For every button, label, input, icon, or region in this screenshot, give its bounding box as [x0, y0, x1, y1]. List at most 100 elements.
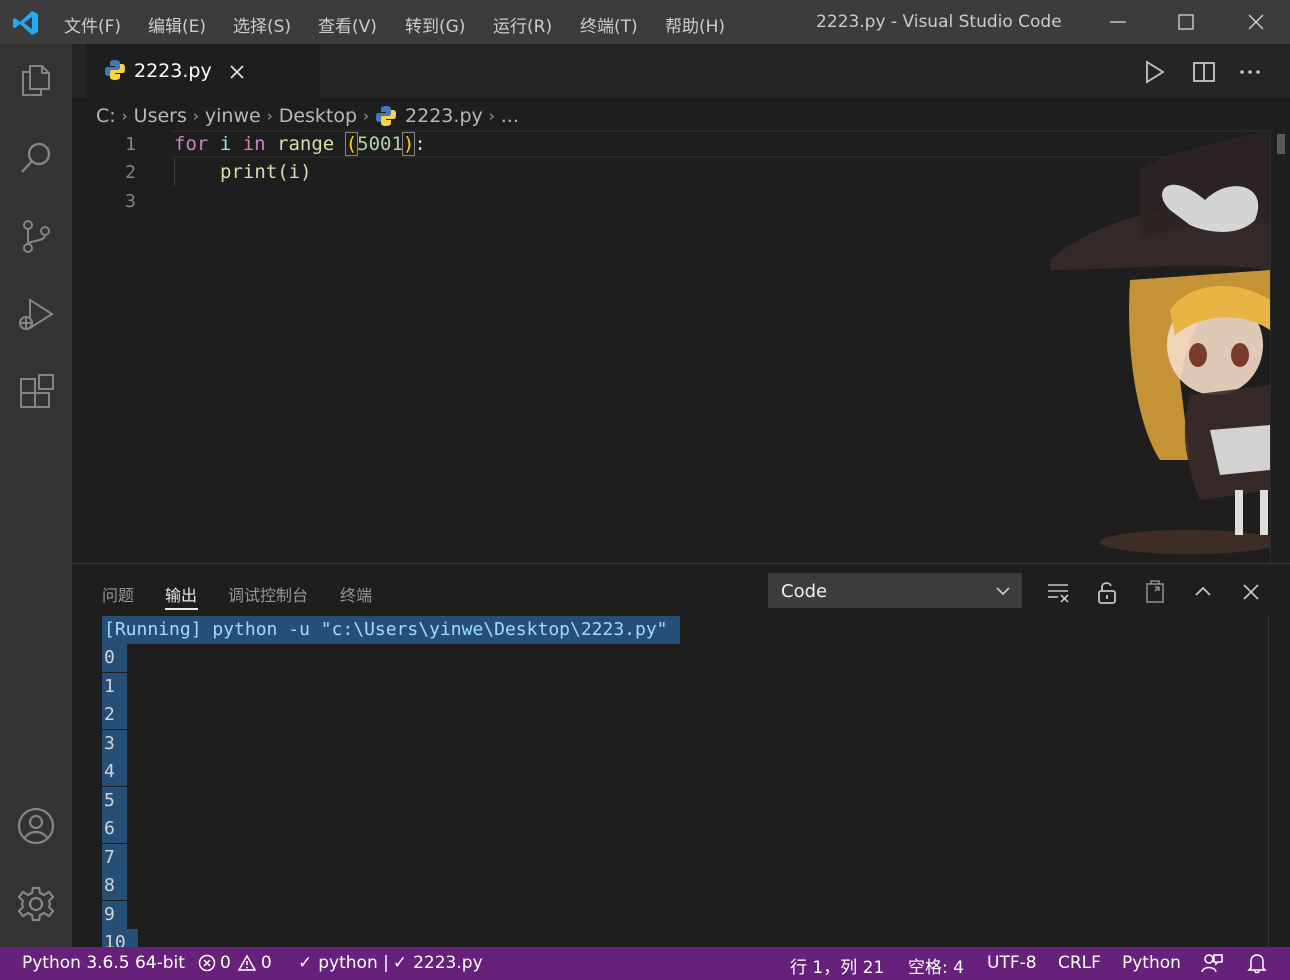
menu-selection[interactable]: 选择(S)	[233, 12, 291, 37]
menu-run[interactable]: 运行(R)	[493, 12, 552, 37]
encoding[interactable]: UTF-8	[987, 953, 1037, 973]
maximize-button[interactable]	[1156, 0, 1216, 44]
minimize-button[interactable]	[1088, 0, 1148, 44]
active-tab-indicator	[165, 608, 198, 610]
output-line: 6	[102, 815, 127, 843]
python-file-icon	[105, 60, 125, 80]
close-icon	[1243, 584, 1259, 600]
window-title: 2223.py - Visual Studio Code	[816, 12, 1062, 32]
function-range: range	[277, 133, 335, 155]
line-number: 1	[125, 134, 136, 155]
output-channel-select[interactable]: Code	[768, 573, 1022, 608]
menu-go[interactable]: 转到(G)	[405, 12, 465, 37]
menu-terminal[interactable]: 终端(T)	[580, 12, 638, 37]
number-literal: 5001	[357, 133, 403, 155]
check-icon: ✓	[392, 953, 408, 973]
close-icon	[230, 65, 244, 79]
bell-icon	[1247, 954, 1267, 974]
maximize-icon	[1178, 14, 1194, 30]
scrollbar-thumb[interactable]	[1277, 134, 1285, 154]
tab-debug-console[interactable]: 调试控制台	[228, 582, 308, 606]
menu-view[interactable]: 查看(V)	[318, 12, 377, 37]
search-icon	[21, 142, 51, 173]
warning-count: 0	[260, 953, 272, 973]
output-line: 3	[102, 730, 127, 758]
breadcrumb-yinwe[interactable]: yinwe	[205, 105, 261, 127]
play-icon	[1146, 60, 1165, 84]
colon: :	[414, 133, 426, 155]
chevron-up-icon	[1195, 586, 1211, 596]
menu-edit[interactable]: 编辑(E)	[148, 12, 206, 37]
explorer-button[interactable]	[14, 58, 58, 102]
breadcrumb-drive[interactable]: C:	[96, 105, 116, 127]
output-line: 5	[102, 787, 127, 815]
menu-file[interactable]: 文件(F)	[64, 12, 121, 37]
ellipsis-icon	[1240, 70, 1260, 74]
extensions-button[interactable]	[14, 370, 58, 414]
output-channel-value: Code	[781, 581, 828, 602]
gear-icon	[17, 886, 55, 922]
run-debug-icon	[19, 298, 54, 330]
clear-output-button[interactable]	[1046, 579, 1072, 605]
close-window-button[interactable]	[1226, 0, 1286, 44]
close-panel-button[interactable]	[1238, 579, 1264, 605]
tab-close-button[interactable]	[226, 61, 248, 83]
feedback-button[interactable]	[1201, 952, 1223, 974]
breadcrumb-symbols[interactable]: ...	[501, 105, 519, 127]
source-control-button[interactable]	[14, 214, 58, 258]
manage-button[interactable]	[14, 882, 58, 926]
extensions-icon	[20, 374, 54, 408]
problems-indicator[interactable]: 0 0	[198, 953, 272, 973]
chevron-right-icon: ›	[192, 107, 199, 125]
maximize-panel-button[interactable]	[1190, 579, 1216, 605]
breadcrumb-desktop[interactable]: Desktop	[279, 105, 357, 127]
output-line: 2	[102, 701, 127, 729]
accounts-button[interactable]	[14, 804, 58, 848]
breadcrumb-file[interactable]: 2223.py	[405, 105, 483, 127]
keyword-in: in	[242, 133, 266, 155]
linter-name: python |	[318, 953, 389, 973]
language-mode[interactable]: Python	[1122, 953, 1181, 973]
open-log-button[interactable]	[1142, 579, 1168, 605]
end-of-line[interactable]: CRLF	[1058, 953, 1101, 973]
output-line: 8	[102, 872, 127, 900]
tab-output[interactable]: 输出	[165, 582, 197, 606]
search-button[interactable]	[14, 136, 58, 180]
breadcrumb: C: › Users › yinwe › Desktop › 2223.py ›…	[96, 103, 519, 129]
notifications-button[interactable]	[1246, 952, 1268, 974]
split-editor-button[interactable]	[1192, 60, 1216, 84]
close-icon	[1248, 14, 1264, 30]
check-icon: ✓	[298, 953, 313, 973]
unlock-icon	[1098, 582, 1116, 604]
python-interpreter[interactable]: Python 3.6.5 64-bit	[22, 953, 185, 973]
output-line: 7	[102, 844, 127, 872]
tab-problems[interactable]: 问题	[102, 582, 134, 606]
tab-terminal[interactable]: 终端	[340, 582, 372, 606]
more-actions-button[interactable]	[1238, 60, 1262, 84]
output-line: 9	[102, 901, 127, 929]
account-icon	[17, 807, 55, 845]
chevron-right-icon: ›	[488, 107, 495, 125]
scroll-lock-button[interactable]	[1094, 579, 1120, 605]
vscode-logo-icon	[13, 11, 38, 35]
menu-help[interactable]: 帮助(H)	[665, 12, 725, 37]
breadcrumb-users[interactable]: Users	[134, 105, 187, 127]
indent-guide	[174, 158, 175, 186]
function-print: print	[220, 161, 278, 183]
cursor-position[interactable]: 行 1，列 21	[790, 953, 884, 978]
clear-all-icon	[1048, 584, 1069, 603]
chevron-right-icon: ›	[121, 107, 128, 125]
tab-2223-py[interactable]: 2223.py	[86, 44, 320, 98]
background-character-image	[1050, 130, 1270, 554]
run-python-file-button[interactable]	[1142, 60, 1166, 84]
output-scrollbar[interactable]	[1268, 616, 1290, 947]
line-number: 2	[125, 162, 136, 183]
activity-bar	[0, 44, 72, 947]
title-bar: 文件(F) 编辑(E) 选择(S) 查看(V) 转到(G) 运行(R) 终端(T…	[0, 0, 1290, 44]
editor-scrollbar[interactable]	[1270, 130, 1290, 563]
code-line-2: print(i)	[220, 161, 312, 183]
run-debug-button[interactable]	[14, 292, 58, 336]
indentation[interactable]: 空格: 4	[908, 953, 964, 978]
linter-status[interactable]: ✓ python | ✓ 2223.py	[298, 953, 483, 973]
error-count: 0	[220, 953, 231, 973]
